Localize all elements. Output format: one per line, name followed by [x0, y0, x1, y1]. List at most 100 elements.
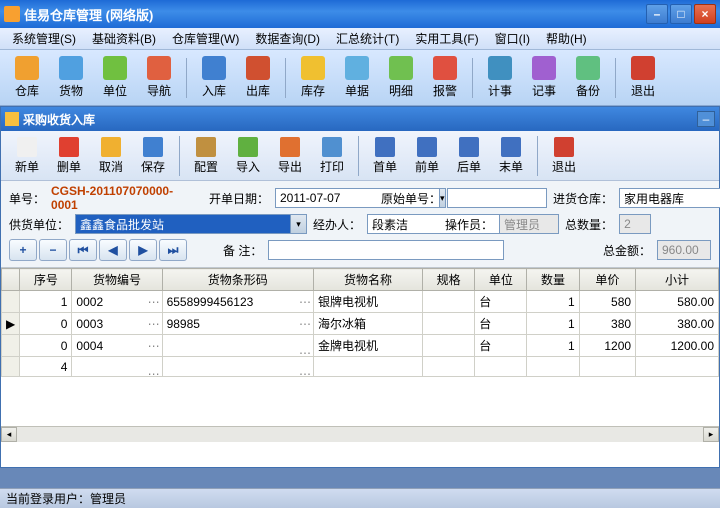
toolbar-button[interactable]: 明细	[380, 54, 422, 102]
child-toolbar-button[interactable]: 导入	[228, 134, 268, 178]
toolbar-button[interactable]: 出库	[237, 54, 279, 102]
toolbar-button[interactable]: 记事	[523, 54, 565, 102]
orig-no-input[interactable]	[447, 188, 547, 208]
cell[interactable]: 0004	[72, 335, 162, 357]
child-toolbar-button[interactable]: 前单	[407, 134, 447, 178]
cell[interactable]: 380	[579, 313, 635, 335]
scroll-track[interactable]	[17, 427, 703, 442]
child-toolbar-button[interactable]: 导出	[270, 134, 310, 178]
cell[interactable]: 580.00	[636, 291, 719, 313]
horizontal-scrollbar[interactable]: ◂ ▸	[1, 426, 719, 442]
cell[interactable]: 6558999456123	[162, 291, 313, 313]
cell[interactable]: 1200.00	[636, 335, 719, 357]
remove-row-button[interactable]: −	[39, 239, 67, 261]
column-header[interactable]: 规格	[423, 269, 475, 291]
prev-row-button[interactable]: ◀	[99, 239, 127, 261]
cell[interactable]: 台	[475, 313, 527, 335]
table-row[interactable]: 00004金牌电视机台112001200.00	[2, 335, 719, 357]
last-row-button[interactable]: ⏭	[159, 239, 187, 261]
cell[interactable]: 1	[527, 313, 579, 335]
menu-item[interactable]: 仓库管理(W)	[164, 28, 247, 49]
cell[interactable]: 台	[475, 335, 527, 357]
toolbar-button[interactable]: 库存	[292, 54, 334, 102]
toolbar-button[interactable]: 单位	[94, 54, 136, 102]
column-header[interactable]: 数量	[527, 269, 579, 291]
cell[interactable]: 98985	[162, 313, 313, 335]
menu-item[interactable]: 汇总统计(T)	[328, 28, 407, 49]
toolbar-button[interactable]: 货物	[50, 54, 92, 102]
toolbar-button[interactable]: 备份	[567, 54, 609, 102]
child-toolbar-button[interactable]: 删单	[49, 134, 89, 178]
menu-item[interactable]: 数据查询(D)	[247, 28, 328, 49]
toolbar-button[interactable]: 导航	[138, 54, 180, 102]
cell[interactable]: 银牌电视机	[313, 291, 422, 313]
column-header[interactable]: 货物条形码	[162, 269, 313, 291]
menu-item[interactable]: 基础资料(B)	[84, 28, 164, 49]
child-toolbar-button[interactable]: 保存	[133, 134, 173, 178]
cell[interactable]: 台	[475, 291, 527, 313]
in-wh-combo[interactable]	[619, 188, 711, 208]
child-toolbar-button[interactable]: 末单	[491, 134, 531, 178]
toolbar-button[interactable]: 仓库	[6, 54, 48, 102]
column-header[interactable]: 小计	[636, 269, 719, 291]
supplier-input[interactable]	[75, 214, 291, 234]
supplier-combo[interactable]: ▾	[75, 214, 307, 234]
add-row-button[interactable]: +	[9, 239, 37, 261]
menu-item[interactable]: 实用工具(F)	[407, 28, 486, 49]
cell[interactable]: 0002	[72, 291, 162, 313]
child-toolbar-button[interactable]: 取消	[91, 134, 131, 178]
cell[interactable]: 金牌电视机	[313, 335, 422, 357]
cell[interactable]: 0	[20, 313, 72, 335]
remark-input[interactable]	[268, 240, 504, 260]
cell[interactable]	[527, 357, 579, 377]
child-toolbar-button[interactable]: 首单	[365, 134, 405, 178]
cell[interactable]	[313, 357, 422, 377]
cell[interactable]	[162, 335, 313, 357]
cell[interactable]: 380.00	[636, 313, 719, 335]
cell[interactable]: 0003	[72, 313, 162, 335]
close-button[interactable]: ×	[694, 4, 716, 24]
child-toolbar-button[interactable]: 后单	[449, 134, 489, 178]
column-header[interactable]: 货物编号	[72, 269, 162, 291]
cell[interactable]	[423, 357, 475, 377]
child-toolbar-button[interactable]: 配置	[186, 134, 226, 178]
toolbar-button[interactable]: 报警	[424, 54, 466, 102]
column-header[interactable]: 序号	[20, 269, 72, 291]
minimize-button[interactable]: –	[646, 4, 668, 24]
column-header[interactable]: 单价	[579, 269, 635, 291]
column-header[interactable]: 单位	[475, 269, 527, 291]
cell[interactable]	[636, 357, 719, 377]
toolbar-button[interactable]: 计事	[479, 54, 521, 102]
scroll-left-button[interactable]: ◂	[1, 427, 17, 442]
cell[interactable]: 1	[527, 291, 579, 313]
in-wh-input[interactable]	[619, 188, 720, 208]
child-minimize-button[interactable]: –	[697, 111, 715, 127]
cell[interactable]	[423, 291, 475, 313]
table-row[interactable]: 4	[2, 357, 719, 377]
toolbar-button[interactable]: 退出	[622, 54, 664, 102]
cell[interactable]: 0	[20, 335, 72, 357]
scroll-right-button[interactable]: ▸	[703, 427, 719, 442]
cell[interactable]: 1	[20, 291, 72, 313]
cell[interactable]	[423, 313, 475, 335]
cell[interactable]: 580	[579, 291, 635, 313]
cell[interactable]: 4	[20, 357, 72, 377]
toolbar-button[interactable]: 入库	[193, 54, 235, 102]
menu-item[interactable]: 系统管理(S)	[4, 28, 84, 49]
table-row[interactable]: 100026558999456123银牌电视机台1580580.00	[2, 291, 719, 313]
cell[interactable]: 海尔冰箱	[313, 313, 422, 335]
open-date-picker[interactable]: ▾	[275, 188, 375, 208]
first-row-button[interactable]: ⏮	[69, 239, 97, 261]
handler-combo[interactable]: ▾	[367, 214, 439, 234]
menu-item[interactable]: 帮助(H)	[538, 28, 595, 49]
cell[interactable]	[579, 357, 635, 377]
maximize-button[interactable]: □	[670, 4, 692, 24]
cell[interactable]	[162, 357, 313, 377]
cell[interactable]	[475, 357, 527, 377]
column-header[interactable]: 货物名称	[313, 269, 422, 291]
child-toolbar-button[interactable]: 退出	[544, 134, 584, 178]
cell[interactable]	[72, 357, 162, 377]
cell[interactable]: 1200	[579, 335, 635, 357]
toolbar-button[interactable]: 单据	[336, 54, 378, 102]
menu-item[interactable]: 窗口(I)	[487, 28, 538, 49]
